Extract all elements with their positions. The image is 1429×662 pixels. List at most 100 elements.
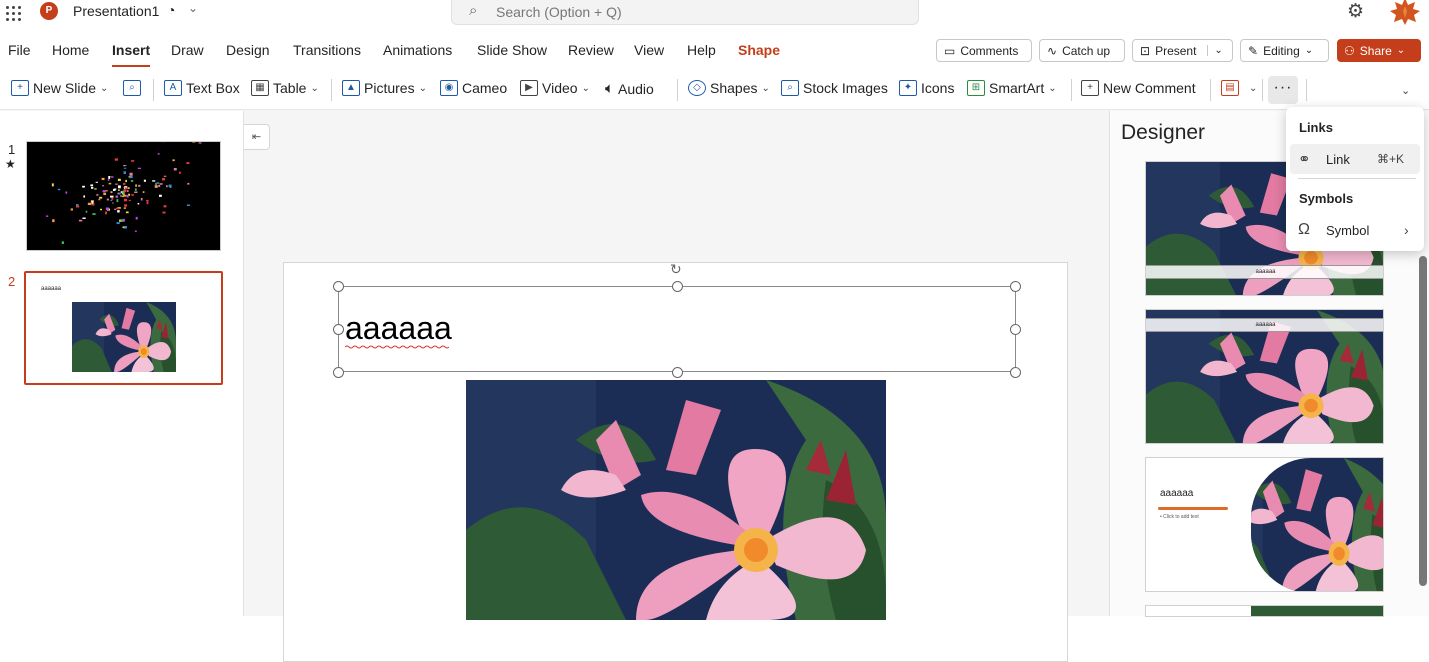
chevron-down-icon: ⌄ — [1249, 83, 1257, 94]
stock-images-button[interactable]: ⌕ Stock Images — [781, 80, 888, 96]
designer-scrollbar[interactable] — [1419, 256, 1427, 586]
resize-handle[interactable] — [1010, 324, 1021, 335]
tab-help[interactable]: Help — [687, 42, 716, 58]
tab-home[interactable]: Home — [52, 42, 89, 58]
editing-mode-button[interactable]: ✎ Editing ⌄ — [1240, 39, 1329, 62]
text-box-button[interactable]: A Text Box — [164, 80, 240, 96]
tab-file[interactable]: File — [8, 42, 31, 58]
chevron-down-icon: ⌄ — [100, 83, 108, 94]
design-idea-4[interactable] — [1145, 605, 1384, 617]
new-comment-button[interactable]: + New Comment — [1081, 80, 1196, 96]
catch-up-button[interactable]: ∿ Catch up — [1039, 39, 1125, 62]
header-footer-icon: ▤ — [1221, 80, 1239, 96]
icons-button[interactable]: ✦ Icons — [899, 80, 954, 96]
catch-up-label: Catch up — [1062, 44, 1110, 58]
icons-label: Icons — [921, 80, 954, 96]
ribbon-divider — [1306, 79, 1307, 101]
tab-insert[interactable]: Insert — [112, 42, 150, 58]
collapse-pane-icon[interactable]: ⇤ — [244, 124, 270, 150]
text-box-icon: A — [164, 80, 182, 96]
share-people-icon: ⚇ — [1344, 44, 1355, 58]
symbol-menu-item[interactable]: Ω Symbol › — [1290, 215, 1420, 245]
chevron-down-icon[interactable]: ⌄ — [188, 1, 198, 15]
search-icon: ⌕ — [469, 2, 477, 19]
slide-title-text[interactable]: aaaaaa — [345, 310, 452, 347]
chevron-down-icon: ⌄ — [1048, 83, 1056, 94]
shapes-icon: ◇ — [688, 80, 706, 96]
title-text-box[interactable]: aaaaaa — [338, 286, 1016, 372]
tab-animations[interactable]: Animations — [383, 42, 452, 58]
smartart-icon: ⊞ — [967, 80, 985, 96]
resize-handle[interactable] — [333, 367, 344, 378]
smartart-button[interactable]: ⊞ SmartArt ⌄ — [967, 80, 1057, 96]
tab-transitions[interactable]: Transitions — [293, 42, 361, 58]
chevron-down-icon: ⌄ — [1397, 45, 1405, 56]
omega-icon: Ω — [1298, 221, 1310, 239]
pictures-button[interactable]: ▲ Pictures ⌄ — [342, 80, 427, 96]
link-menu-item[interactable]: ⚭ Link ⌘+K — [1290, 144, 1420, 174]
link-label: Link — [1326, 152, 1350, 167]
resize-handle[interactable] — [333, 281, 344, 292]
pictures-label: Pictures — [364, 80, 415, 96]
table-icon: ▦ — [251, 80, 269, 96]
resize-handle[interactable] — [1010, 367, 1021, 378]
slide-thumbnail-2[interactable]: aaaaaa — [24, 271, 223, 385]
resize-handle[interactable] — [1010, 281, 1021, 292]
tab-slide-show[interactable]: Slide Show — [477, 42, 547, 58]
tab-design[interactable]: Design — [226, 42, 270, 58]
search-input[interactable]: Search (Option + Q) — [496, 4, 622, 20]
expand-ribbon-chevron-icon[interactable]: ⌄ — [1401, 84, 1410, 97]
shapes-button[interactable]: ◇ Shapes ⌄ — [688, 80, 770, 96]
ribbon-divider — [1210, 79, 1211, 101]
slide-thumbnail-1[interactable] — [26, 141, 221, 251]
resize-handle[interactable] — [333, 324, 344, 335]
table-label: Table — [273, 80, 306, 96]
reuse-slides-button[interactable]: ⌕ — [123, 80, 141, 96]
tab-view[interactable]: View — [634, 42, 664, 58]
picture-icon: ▲ — [342, 80, 360, 96]
app-launcher-icon[interactable] — [4, 4, 22, 22]
chevron-down-icon[interactable]: ⌄ — [1207, 45, 1222, 56]
tab-review[interactable]: Review — [568, 42, 614, 58]
audio-button[interactable]: 🔈︎ Audio — [605, 80, 654, 97]
table-button[interactable]: ▦ Table ⌄ — [251, 80, 319, 96]
comments-button[interactable]: ▭ Comments — [936, 39, 1032, 62]
rotate-handle-icon[interactable]: ↻ — [670, 261, 682, 278]
slide-number: 1 — [8, 142, 15, 157]
settings-gear-icon[interactable]: ⚙ — [1347, 0, 1364, 23]
avatar[interactable] — [1388, 0, 1422, 26]
design-idea-3[interactable]: aaaaaa • Click to add text — [1145, 457, 1384, 592]
tab-draw[interactable]: Draw — [171, 42, 204, 58]
cameo-button[interactable]: ◉ Cameo — [440, 80, 507, 96]
present-button[interactable]: ⊡ Present ⌄ — [1132, 39, 1233, 62]
share-button[interactable]: ⚇ Share ⌄ — [1337, 39, 1421, 62]
resize-handle[interactable] — [672, 281, 683, 292]
ribbon-divider — [331, 79, 332, 101]
new-comment-label: New Comment — [1103, 80, 1196, 96]
accent-brush-stroke — [1158, 507, 1228, 510]
more-options-button[interactable]: ··· — [1268, 76, 1298, 104]
document-title[interactable]: Presentation1 — [73, 3, 159, 19]
resize-handle[interactable] — [672, 367, 683, 378]
flower-image[interactable] — [466, 380, 886, 620]
smartart-label: SmartArt — [989, 80, 1044, 96]
designer-title: Designer — [1121, 121, 1205, 145]
menu-divider — [1298, 178, 1416, 179]
powerpoint-logo-icon: P — [40, 2, 58, 20]
video-button[interactable]: ▶ Video ⌄ — [520, 80, 590, 96]
present-icon: ⊡ — [1140, 44, 1150, 58]
confetti-image — [27, 142, 221, 251]
design-idea-title: aaaaaa — [1160, 488, 1193, 499]
insert-ribbon: + New Slide ⌄ ⌕ A Text Box ▦ Table ⌄ ▲ P… — [0, 70, 1429, 110]
shapes-label: Shapes — [710, 80, 757, 96]
design-idea-2[interactable]: aaaaaa — [1145, 309, 1384, 444]
tab-shape[interactable]: Shape — [738, 42, 780, 58]
header-footer-button[interactable]: ▤ ⌄ — [1221, 80, 1257, 96]
current-slide[interactable]: aaaaaa ↻ — [283, 262, 1068, 662]
search-box[interactable]: ⌕ Search (Option + Q) — [451, 0, 919, 25]
design-idea-caption: aaaaaa — [1146, 265, 1384, 279]
new-slide-button[interactable]: + New Slide ⌄ — [11, 80, 108, 96]
title-bar: P Presentation1 ◔ ⌄ ⌕ Search (Option + Q… — [0, 0, 1429, 36]
cameo-label: Cameo — [462, 80, 507, 96]
symbols-section-header: Symbols — [1299, 191, 1353, 206]
